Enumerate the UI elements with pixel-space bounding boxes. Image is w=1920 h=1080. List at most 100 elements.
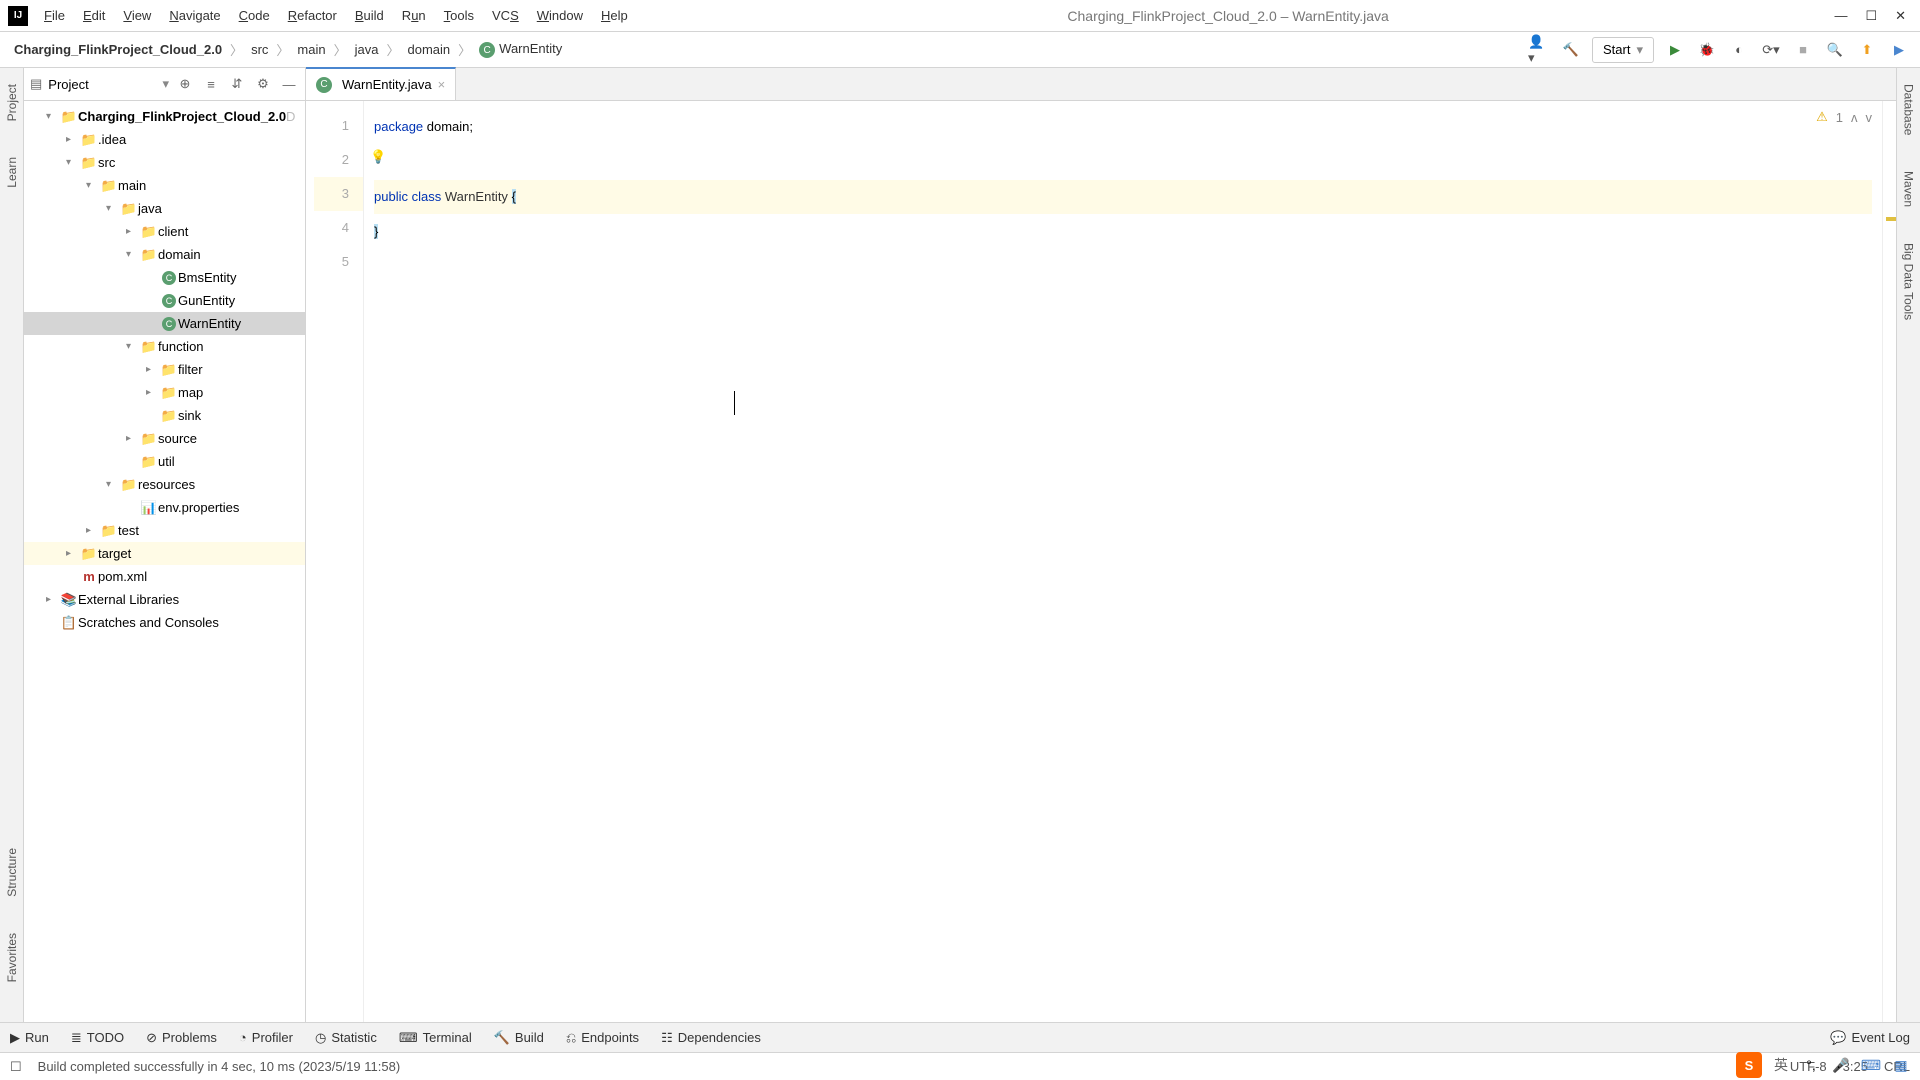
menu-code[interactable]: Code	[231, 4, 278, 27]
menu-vcs[interactable]: VCS	[484, 4, 527, 27]
breadcrumb-java[interactable]: java	[351, 40, 383, 59]
ime-lang[interactable]: 英	[1770, 1054, 1792, 1076]
tree-item-resources[interactable]: ▾📁resources	[24, 473, 305, 496]
breadcrumb-main[interactable]: main	[293, 40, 329, 59]
tool-terminal[interactable]: ⌨Terminal	[399, 1030, 472, 1046]
tool-learn[interactable]: Learn	[5, 149, 19, 196]
collapse-icon[interactable]: ⇵	[227, 74, 247, 94]
play-gradient-icon[interactable]: ▶	[1888, 39, 1910, 61]
tree-item-client[interactable]: ▸📁client	[24, 220, 305, 243]
gear-icon[interactable]: ⚙	[253, 74, 273, 94]
mic-icon[interactable]: 🎤	[1830, 1054, 1852, 1076]
tree-item-scratches-and-consoles[interactable]: 📋Scratches and Consoles	[24, 611, 305, 634]
tab-warnentity[interactable]: C WarnEntity.java ×	[306, 67, 456, 100]
breadcrumb-src[interactable]: src	[247, 40, 272, 59]
tree-item-java[interactable]: ▾📁java	[24, 197, 305, 220]
editor-body[interactable]: 1 2 3 4 5 💡 package domain; public class…	[306, 101, 1896, 1022]
close-icon[interactable]: ✕	[1895, 8, 1906, 24]
project-title: Project	[48, 77, 156, 92]
tree-item-source[interactable]: ▸📁source	[24, 427, 305, 450]
maximize-icon[interactable]: ☐	[1865, 8, 1877, 24]
bulb-icon[interactable]: 💡	[370, 149, 386, 165]
tree-item-env-properties[interactable]: 📊env.properties	[24, 496, 305, 519]
tool-structure[interactable]: Structure	[5, 840, 19, 905]
tree-item-function[interactable]: ▾📁function	[24, 335, 305, 358]
tree-item-map[interactable]: ▸📁map	[24, 381, 305, 404]
coverage-icon[interactable]: ◐	[1728, 39, 1750, 61]
debug-icon[interactable]: 🐞	[1696, 39, 1718, 61]
menu-tools[interactable]: Tools	[436, 4, 482, 27]
ruler-warning-mark[interactable]	[1886, 217, 1896, 221]
tool-todo[interactable]: ≣TODO	[71, 1030, 124, 1046]
breadcrumb-root[interactable]: Charging_FlinkProject_Cloud_2.0	[10, 40, 226, 59]
tree-item-charging-flinkproject-cloud-2-0[interactable]: ▾📁Charging_FlinkProject_Cloud_2.0 D	[24, 105, 305, 128]
tree-item-domain[interactable]: ▾📁domain	[24, 243, 305, 266]
status-panel-icon[interactable]: ☐	[10, 1059, 22, 1075]
search-icon[interactable]: 🔍	[1824, 39, 1846, 61]
tool-event-log[interactable]: 💬Event Log	[1830, 1030, 1910, 1046]
tree-item-external-libraries[interactable]: ▸📚External Libraries	[24, 588, 305, 611]
menu-run[interactable]: Run	[394, 4, 434, 27]
menu-navigate[interactable]: Navigate	[161, 4, 228, 27]
tool-run[interactable]: ▶Run	[10, 1030, 49, 1046]
code-content[interactable]: package domain; public class WarnEntity …	[364, 101, 1882, 292]
tab-close-icon[interactable]: ×	[438, 77, 446, 92]
menu-file[interactable]: File	[36, 4, 73, 27]
tool-problems[interactable]: ⊘Problems	[146, 1030, 217, 1046]
menu-window[interactable]: Window	[529, 4, 591, 27]
user-icon[interactable]: 👤▾	[1528, 39, 1550, 61]
hammer-icon[interactable]: 🔨	[1560, 39, 1582, 61]
grid-icon[interactable]: ▦	[1890, 1054, 1912, 1076]
editor-ruler[interactable]	[1882, 101, 1896, 1022]
tree-item-warnentity[interactable]: CWarnEntity	[24, 312, 305, 335]
tool-dependencies[interactable]: ☷Dependencies	[661, 1030, 761, 1046]
menu-edit[interactable]: Edit	[75, 4, 113, 27]
tree-item-util[interactable]: 📁util	[24, 450, 305, 473]
menu-refactor[interactable]: Refactor	[280, 4, 345, 27]
stop-icon[interactable]: ■	[1792, 39, 1814, 61]
hide-icon[interactable]: —	[279, 74, 299, 94]
tool-statistic[interactable]: ◷Statistic	[315, 1030, 377, 1046]
sync-icon[interactable]: ⬆	[1856, 39, 1878, 61]
menu-help[interactable]: Help	[593, 4, 636, 27]
tool-maven[interactable]: Maven	[1902, 163, 1916, 215]
ime-icon[interactable]: S	[1736, 1052, 1762, 1078]
tool-favorites[interactable]: Favorites	[5, 925, 19, 990]
breadcrumb-leaf[interactable]: CWarnEntity	[475, 39, 566, 61]
window-controls: — ☐ ✕	[1820, 8, 1920, 24]
tool-bigdata[interactable]: Big Data Tools	[1902, 235, 1916, 328]
warning-icon[interactable]: ⚠	[1816, 109, 1828, 125]
tree-item-main[interactable]: ▾📁main	[24, 174, 305, 197]
next-highlight-icon[interactable]: v	[1866, 110, 1873, 125]
list-icon: ≣	[71, 1030, 82, 1046]
tree-item--idea[interactable]: ▸📁.idea	[24, 128, 305, 151]
layers-icon: ☷	[661, 1030, 673, 1046]
dropdown-icon[interactable]: ▾	[162, 76, 169, 92]
locate-icon[interactable]: ⊕	[175, 74, 195, 94]
expand-icon[interactable]: ≡	[201, 74, 221, 94]
tree-item-sink[interactable]: 📁sink	[24, 404, 305, 427]
tool-build[interactable]: 🔨Build	[494, 1030, 544, 1046]
tool-database[interactable]: Database	[1902, 76, 1916, 143]
prev-highlight-icon[interactable]: ʌ	[1851, 110, 1858, 125]
tree-item-bmsentity[interactable]: CBmsEntity	[24, 266, 305, 289]
keyboard-icon[interactable]: ⌨	[1860, 1054, 1882, 1076]
tool-project[interactable]: Project	[5, 76, 19, 129]
tree-item-target[interactable]: ▸📁target	[24, 542, 305, 565]
tree-item-pom-xml[interactable]: mpom.xml	[24, 565, 305, 588]
run-icon[interactable]: ▶	[1664, 39, 1686, 61]
tree-item-test[interactable]: ▸📁test	[24, 519, 305, 542]
menu-view[interactable]: View	[115, 4, 159, 27]
menu-build[interactable]: Build	[347, 4, 392, 27]
breadcrumb-domain[interactable]: domain	[404, 40, 455, 59]
tool-profiler[interactable]: ◔Profiler	[239, 1030, 293, 1045]
tree-item-gunentity[interactable]: CGunEntity	[24, 289, 305, 312]
project-tree[interactable]: ▾📁Charging_FlinkProject_Cloud_2.0 D▸📁.id…	[24, 101, 305, 1022]
ime-symbol-icon[interactable]: °,	[1800, 1054, 1822, 1076]
minimize-icon[interactable]: —	[1834, 8, 1847, 24]
profile-icon[interactable]: ⟳▾	[1760, 39, 1782, 61]
tool-endpoints[interactable]: ⎌Endpoints	[566, 1030, 639, 1046]
tree-item-filter[interactable]: ▸📁filter	[24, 358, 305, 381]
run-config-select[interactable]: Start▾	[1592, 37, 1654, 63]
tree-item-src[interactable]: ▾📁src	[24, 151, 305, 174]
